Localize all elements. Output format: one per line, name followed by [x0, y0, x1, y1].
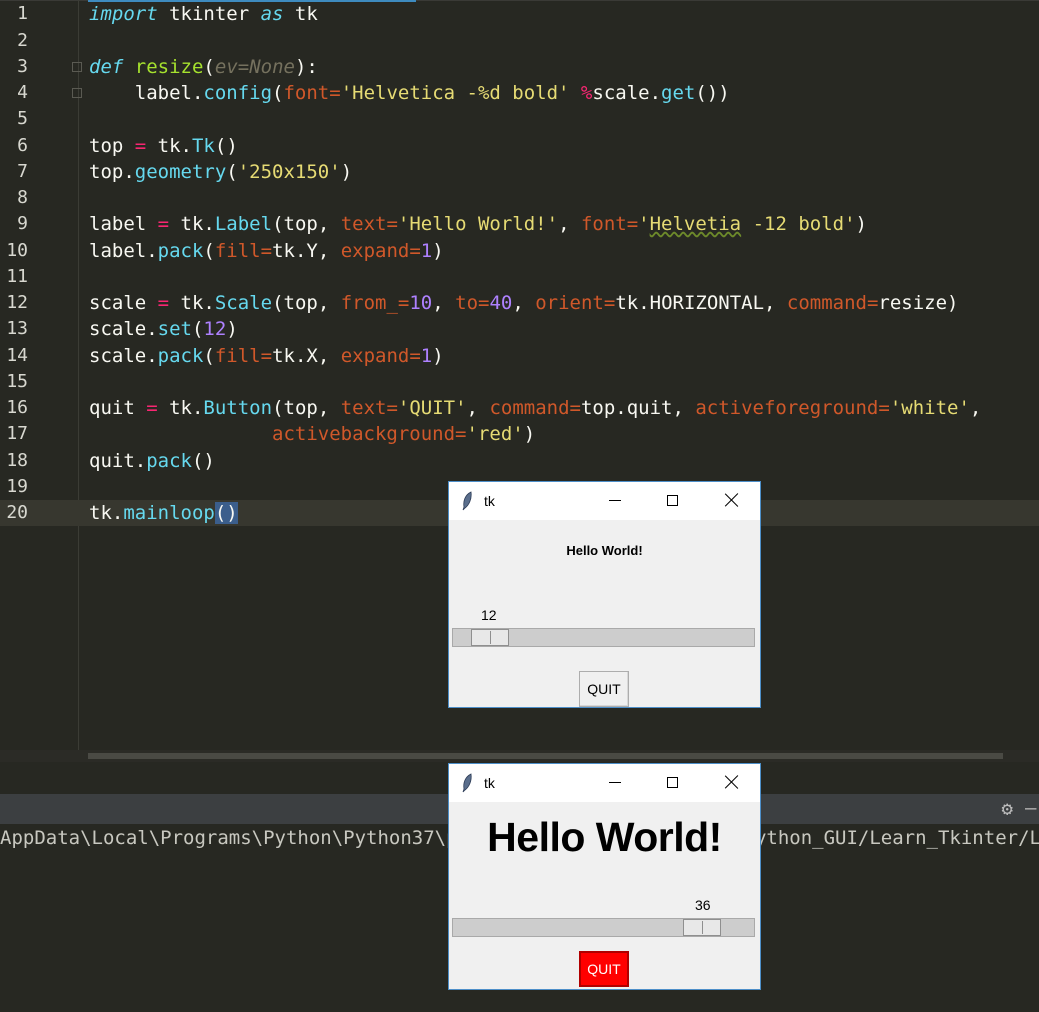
line-number: 1 — [17, 3, 28, 24]
scale-value: 36 — [695, 897, 711, 913]
code-text: def resize(ev=None): — [89, 56, 318, 78]
line-number: 18 — [6, 450, 28, 471]
quit-button[interactable]: QUIT — [579, 951, 629, 987]
fold-marker-icon[interactable] — [72, 62, 82, 72]
line-number: 16 — [6, 397, 28, 418]
maximize-icon[interactable] — [667, 777, 678, 788]
hello-label: Hello World! — [487, 814, 722, 860]
line-number: 7 — [17, 161, 28, 182]
feather-icon — [462, 491, 472, 511]
code-line[interactable]: 10 label.pack(fill=tk.Y, expand=1) — [0, 238, 1039, 264]
line-number: 10 — [6, 240, 28, 261]
scrollbar-thumb[interactable] — [88, 753, 1003, 759]
code-line[interactable]: 13 scale.set(12) — [0, 316, 1039, 342]
feather-icon — [462, 773, 472, 793]
scale-trough[interactable] — [452, 918, 755, 937]
code-text: activebackground='red') — [272, 423, 536, 445]
code-text: tk.mainloop() — [89, 502, 238, 524]
code-text: label = tk.Label(top, text='Hello World!… — [89, 213, 867, 235]
window-title: tk — [484, 493, 495, 509]
line-number: 14 — [6, 345, 28, 366]
code-text: top.geometry('250x150') — [89, 161, 353, 183]
minimize-panel-icon[interactable]: — — [1025, 796, 1039, 820]
line-number: 4 — [17, 82, 28, 103]
fold-end-icon[interactable] — [72, 88, 82, 98]
line-number: 2 — [17, 30, 28, 51]
line-number: 15 — [6, 371, 28, 392]
line-number: 3 — [17, 56, 28, 77]
code-line[interactable]: 6 top = tk.Tk() — [0, 133, 1039, 159]
line-number: 9 — [17, 213, 28, 234]
line-number: 8 — [17, 187, 28, 208]
line-number: 11 — [6, 266, 28, 287]
code-line[interactable]: 1 import tkinter as tk — [0, 1, 1039, 27]
code-text: scale = tk.Scale(top, from_=10, to=40, o… — [89, 292, 959, 314]
line-number: 13 — [6, 318, 28, 339]
code-text: import tkinter as tk — [89, 3, 318, 25]
hello-label: Hello World! — [566, 543, 643, 558]
code-line[interactable]: 17 activebackground='red') — [0, 421, 1039, 447]
tk-window[interactable]: tk Hello World! 12 QUIT — [448, 481, 761, 708]
close-icon[interactable] — [725, 775, 739, 789]
code-line[interactable]: 8 — [0, 185, 1039, 211]
window-titlebar[interactable]: tk — [449, 482, 760, 520]
tk-window[interactable]: tk Hello World! 36 QUIT — [448, 763, 761, 990]
code-line[interactable]: 3 def resize(ev=None): — [0, 54, 1039, 80]
code-text: scale.pack(fill=tk.X, expand=1) — [89, 345, 444, 367]
code-line[interactable]: 7 top.geometry('250x150') — [0, 159, 1039, 185]
code-text: top = tk.Tk() — [89, 135, 238, 157]
code-line[interactable]: 14 scale.pack(fill=tk.X, expand=1) — [0, 343, 1039, 369]
minimize-icon[interactable] — [609, 782, 621, 783]
line-number: 6 — [17, 135, 28, 156]
window-title: tk — [484, 775, 495, 791]
code-text: label.config(font='Helvetica -%d bold' %… — [89, 82, 730, 104]
code-text: quit = tk.Button(top, text='QUIT', comma… — [89, 397, 982, 419]
quit-button[interactable]: QUIT — [579, 671, 629, 707]
line-number: 20 — [6, 502, 28, 523]
code-line[interactable]: 2 — [0, 28, 1039, 54]
line-number: 12 — [6, 292, 28, 313]
code-line[interactable]: 11 — [0, 264, 1039, 290]
code-line[interactable]: 12 scale = tk.Scale(top, from_=10, to=40… — [0, 290, 1039, 316]
line-number: 17 — [6, 423, 28, 444]
code-text: quit.pack() — [89, 450, 215, 472]
minimize-icon[interactable] — [609, 500, 621, 501]
code-line[interactable]: 9 label = tk.Label(top, text='Hello Worl… — [0, 211, 1039, 237]
code-line[interactable]: 16 quit = tk.Button(top, text='QUIT', co… — [0, 395, 1039, 421]
scale-slider-handle[interactable] — [471, 629, 509, 646]
line-number: 5 — [17, 108, 28, 129]
code-line[interactable]: 18 quit.pack() — [0, 448, 1039, 474]
code-line[interactable]: 15 — [0, 369, 1039, 395]
scale-slider-handle[interactable] — [683, 919, 721, 936]
code-text: scale.set(12) — [89, 318, 238, 340]
scale-value: 12 — [481, 607, 497, 623]
maximize-icon[interactable] — [667, 495, 678, 506]
code-line[interactable]: 4 label.config(font='Helvetica -%d bold'… — [0, 80, 1039, 106]
close-icon[interactable] — [725, 493, 739, 507]
code-text: label.pack(fill=tk.Y, expand=1) — [89, 240, 444, 262]
scale-trough[interactable] — [452, 628, 755, 647]
window-titlebar[interactable]: tk — [449, 764, 760, 802]
horizontal-scrollbar[interactable] — [0, 750, 1039, 762]
code-line[interactable]: 5 — [0, 106, 1039, 132]
gear-icon[interactable]: ⚙ — [1002, 797, 1013, 821]
line-number: 19 — [6, 476, 28, 497]
